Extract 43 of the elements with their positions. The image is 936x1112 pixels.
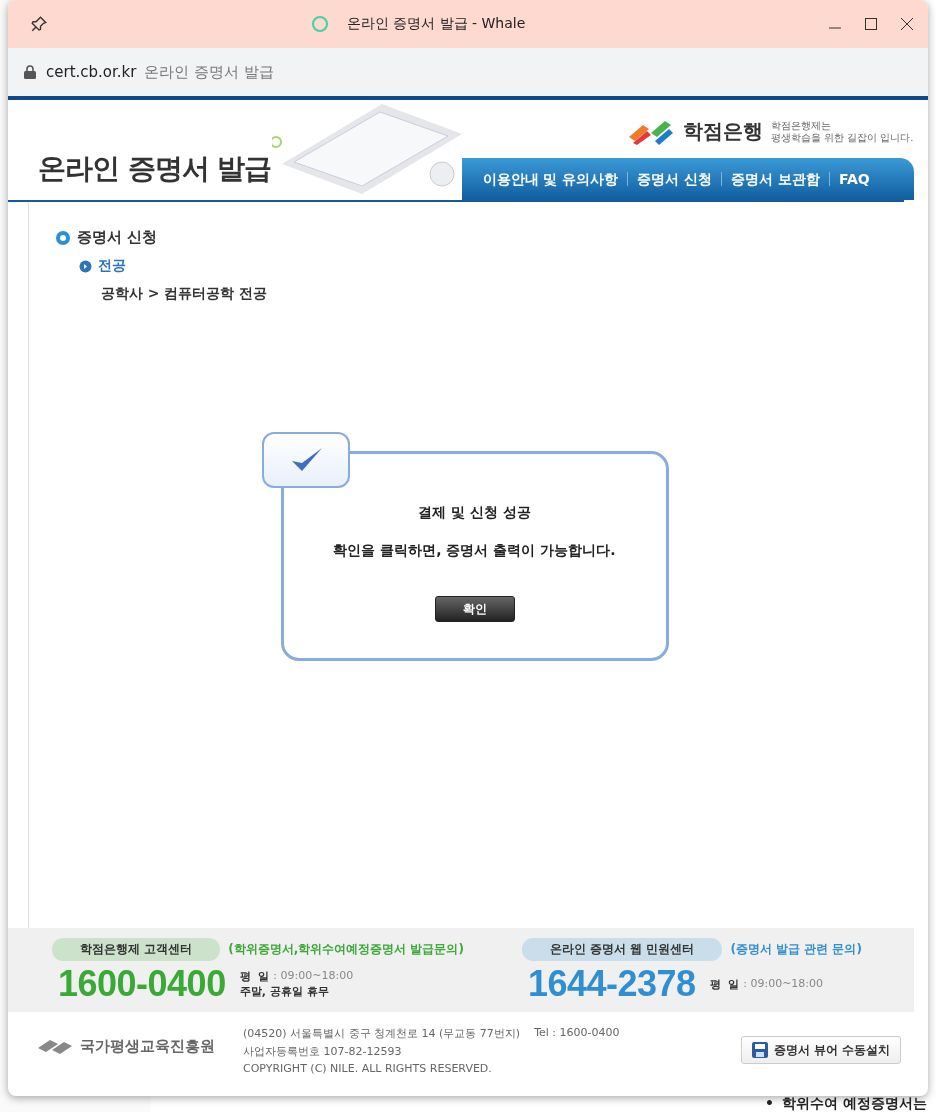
nav-link[interactable]: 증명서 보관함 — [721, 172, 829, 186]
maximize-icon[interactable] — [864, 17, 878, 31]
brand-name: 학점은행 — [682, 118, 763, 145]
address-text: (04520) 서울특별시 중구 청계천로 14 (무교동 77번지) — [243, 1026, 521, 1041]
close-icon[interactable] — [900, 17, 914, 31]
section-title: 증명서 신청 — [77, 228, 158, 247]
brand-tagline: 학점은행제는 — [770, 119, 832, 132]
contact-note: (증명서 발급 관련 문의) — [730, 941, 862, 958]
bullet-mark: • — [765, 1096, 774, 1112]
hours-label: 평 일 — [709, 976, 740, 992]
page-title: 온라인 증명서 발급 — [144, 62, 274, 82]
brand-tagline: 평생학습을 위한 길잡이 입니다. — [770, 131, 914, 144]
phone-number: 1644-2378 — [527, 963, 696, 1005]
copyright-text: COPYRIGHT (C) NILE. ALL RIGHTS RESERVED. — [243, 1062, 493, 1075]
dialog-message: 확인을 클릭하면, 증명서 출력이 가능합니다. — [333, 542, 616, 560]
contact-label: 학점은행제 고객센터 — [52, 938, 221, 961]
phone-text: Tel : 1600-0400 — [534, 1026, 620, 1041]
registration-text: 사업자등록번호 107-82-12593 — [243, 1044, 403, 1059]
holiday-note: 주말, 공휴일 휴무 — [239, 984, 330, 999]
hours-value: : 09:00~18:00 — [273, 969, 354, 984]
bullet-icon — [55, 229, 71, 246]
nav-link[interactable]: 증명서 신청 — [627, 172, 722, 186]
subsection-title: 전공 — [98, 257, 126, 275]
org-name: 국가평생교육진흥원 — [80, 1036, 215, 1056]
pin-icon[interactable] — [30, 15, 48, 33]
circle-icon — [310, 15, 329, 33]
hours-value: : 09:00~18:00 — [743, 976, 824, 992]
contact-note: (학위증명서,학위수여예정증명서 발급문의) — [228, 941, 464, 958]
nav-link[interactable]: FAQ — [829, 172, 879, 186]
dialog-title: 결제 및 신청 성공 — [418, 504, 531, 522]
background-text: 학위수여 예정증명서는 — [781, 1096, 927, 1112]
viewer-install-button[interactable]: 증명서 뷰어 수동설치 — [741, 1036, 902, 1064]
breadcrumb-path: 공학사 > 컴퓨터공학 전공 — [100, 285, 269, 303]
phone-number: 1600-0400 — [58, 963, 226, 1005]
site-title: 온라인 증명서 발급 — [38, 151, 272, 187]
nav-link[interactable]: 이용안내 및 유의사항 — [473, 172, 628, 186]
lock-icon — [24, 65, 36, 79]
confirm-button[interactable]: 확인 — [434, 596, 515, 622]
url-domain: cert.cb.or.kr — [46, 63, 137, 81]
window-title: 온라인 증명서 발급 - Whale — [346, 15, 526, 33]
hours-label: 평 일 — [239, 969, 270, 984]
arrow-bullet-icon — [79, 259, 92, 273]
contact-label: 온라인 증명서 웹 민원센터 — [521, 938, 723, 961]
